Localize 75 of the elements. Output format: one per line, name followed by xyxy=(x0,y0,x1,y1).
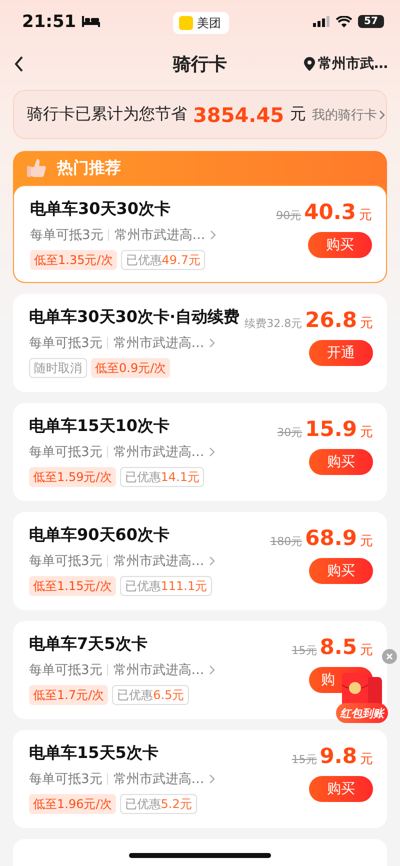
product-card[interactable]: 电单车30天30次卡 每单可抵3元 常州市武进高… 低至1.35元/次 已优惠49.7元 90元 40.3 元 购买 xyxy=(13,185,387,284)
chevron-icon xyxy=(379,110,386,120)
product-card[interactable]: 电单车15天5次卡 每单可抵3元 常州市武进高… 低至1.96元/次 已优惠5.2元 15元 9.8 元 购买 xyxy=(13,730,387,828)
discount-tag: 已优惠6.5元 xyxy=(112,685,190,706)
card-details-link[interactable]: 每单可抵3元 常州市武进高… xyxy=(29,552,216,570)
card-details-link[interactable]: 每单可抵3元 常州市武进高… xyxy=(30,226,216,244)
card-details-link[interactable]: 每单可抵3元 常州市武进高… xyxy=(29,770,216,788)
buy-button[interactable]: 购买 xyxy=(309,776,373,802)
original-price: 90元 xyxy=(276,208,302,224)
status-time: 21:51 xyxy=(22,12,76,32)
buy-button[interactable]: 购买 xyxy=(308,232,372,258)
buy-button[interactable]: 购买 xyxy=(309,558,373,584)
page-title: 骑行卡 xyxy=(173,52,227,76)
buy-button[interactable]: 购买 xyxy=(309,449,373,476)
price-tag: 低至1.96元/次 xyxy=(29,794,116,814)
cash-envelope-popup[interactable]: 红包到账 xyxy=(336,671,388,724)
card-title: 电单车90天60次卡 xyxy=(29,524,170,546)
savings-amount: 3854.45 xyxy=(193,102,284,127)
card-details-link[interactable]: 每单可抵3元 常州市武进高… xyxy=(29,443,216,462)
price-tag: 低至1.7元/次 xyxy=(29,685,108,706)
price-tag: 低至1.59元/次 xyxy=(29,467,116,488)
featured-title: 热门推荐 xyxy=(57,158,121,179)
price-tag: 低至1.35元/次 xyxy=(30,250,117,270)
savings-label: 骑行卡已累计为您节省 xyxy=(27,104,187,126)
discount-tag: 已优惠49.7元 xyxy=(120,250,206,270)
chevron-icon xyxy=(209,338,216,348)
chevron-icon xyxy=(209,665,216,676)
cancel-tag: 随时取消 xyxy=(29,358,87,378)
discount-tag: 已优惠111.1元 xyxy=(120,576,212,596)
chevron-icon xyxy=(209,556,216,566)
card-title: 电单车7天5次卡 xyxy=(29,633,148,656)
card-title: 电单车30天30次卡·自动续费 xyxy=(29,306,240,328)
location-pin-icon xyxy=(304,56,315,71)
price-tag: 低至1.15元/次 xyxy=(29,576,116,596)
app-indicator[interactable]: 美团 xyxy=(173,12,229,34)
price: 8.5 xyxy=(320,635,357,660)
buy-button[interactable]: 开通 xyxy=(309,340,373,366)
card-title: 电单车30天30次卡 xyxy=(30,198,171,220)
price: 40.3 xyxy=(304,200,356,224)
original-price: 180元 xyxy=(270,534,302,550)
price-unit: 元 xyxy=(359,207,372,224)
price-unit: 元 xyxy=(360,424,373,442)
price-unit: 元 xyxy=(360,315,373,332)
price: 68.9 xyxy=(305,526,357,550)
price-unit: 元 xyxy=(360,533,373,550)
price: 9.8 xyxy=(320,744,357,768)
card-title: 电单车15天10次卡 xyxy=(29,415,170,438)
bed-icon xyxy=(82,16,100,28)
signal-icon xyxy=(313,16,330,28)
battery-indicator: 57 xyxy=(358,15,384,28)
price-unit: 元 xyxy=(360,751,373,768)
product-card[interactable]: 电单车90天60次卡 每单可抵3元 常州市武进高… 低至1.15元/次 已优惠111.1元 180元 68.9 元 购买 xyxy=(13,512,387,610)
card-details-link[interactable]: 每单可抵3元 常州市武进高… xyxy=(29,661,216,680)
wifi-icon xyxy=(336,16,352,28)
location-selector[interactable]: 常州市武… xyxy=(304,54,388,73)
discount-tag: 已优惠5.2元 xyxy=(120,794,197,814)
price-tag: 低至0.9元/次 xyxy=(91,358,170,378)
original-price: 续费32.8元 xyxy=(244,316,302,332)
original-price: 30元 xyxy=(277,425,302,440)
card-details-link[interactable]: 每单可抵3元 常州市武进高… xyxy=(29,334,216,352)
chevron-icon xyxy=(210,230,216,240)
discount-tag: 已优惠14.1元 xyxy=(120,467,204,488)
original-price: 15元 xyxy=(292,643,317,658)
price: 15.9 xyxy=(305,417,357,442)
product-card[interactable]: 电单车30天30次卡·自动续费 每单可抵3元 常州市武进高… 随时取消 低至0.9元/次 续费32.8元 26.8 元 开通 xyxy=(13,294,387,392)
savings-unit: 元 xyxy=(290,104,306,126)
chevron-icon xyxy=(209,447,216,458)
card-title: 电单车15天5次卡 xyxy=(29,742,158,764)
chevron-icon xyxy=(209,774,216,784)
original-price: 15元 xyxy=(292,752,317,768)
app-logo-icon xyxy=(179,16,193,30)
my-cards-link[interactable]: 我的骑行卡 xyxy=(312,106,386,124)
price-unit: 元 xyxy=(360,642,373,660)
price: 26.8 xyxy=(305,308,357,332)
product-card[interactable]: 电单车15天10次卡 每单可抵3元 常州市武进高… 低至1.59元/次 已优惠14.1元 30元 15.9 元 购买 xyxy=(13,403,387,502)
